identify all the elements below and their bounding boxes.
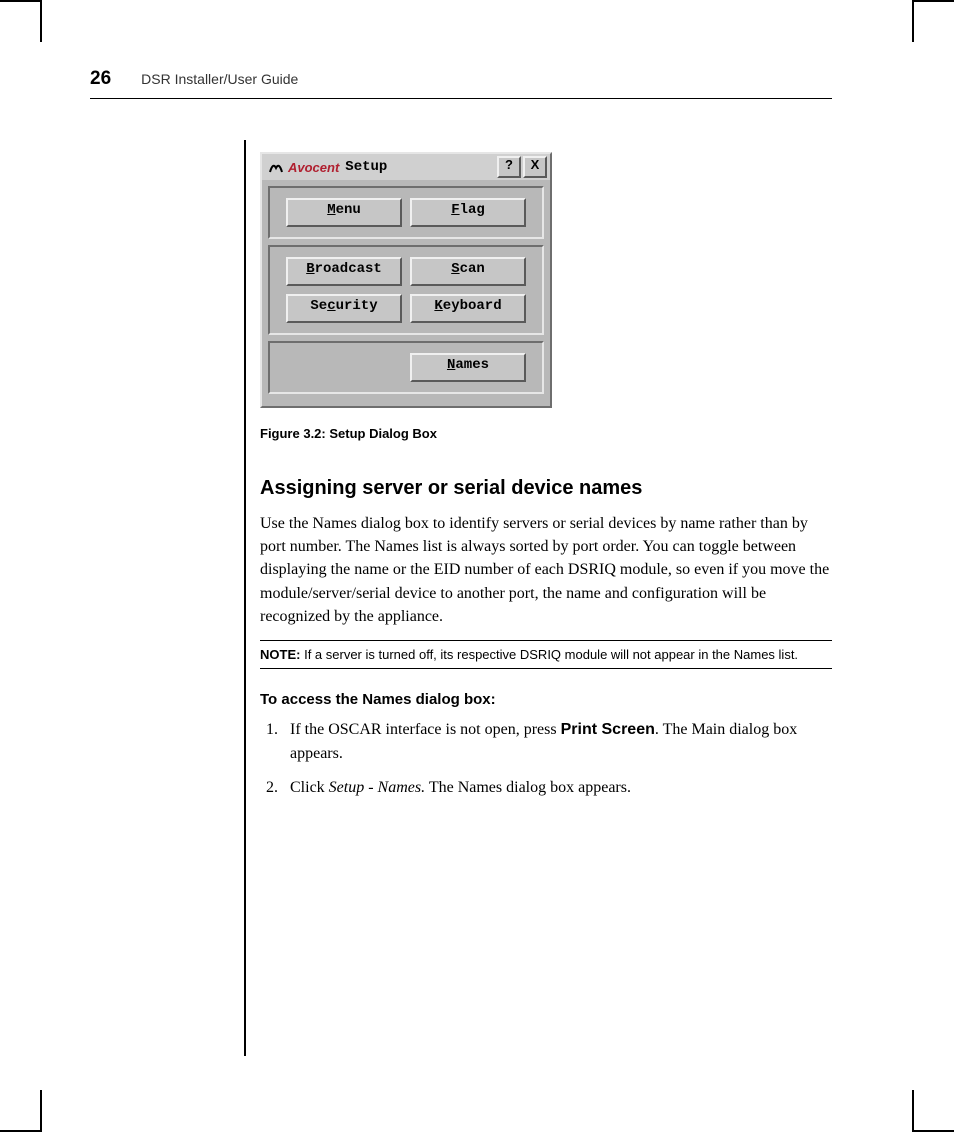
names-button[interactable]: Names	[410, 353, 526, 382]
page-header: 26 DSR Installer/User Guide	[90, 68, 832, 99]
note-text: If a server is turned off, its respectiv…	[304, 647, 798, 662]
close-button[interactable]: X	[523, 156, 547, 178]
section-heading: Assigning server or serial device names	[260, 477, 832, 500]
keyboard-button[interactable]: Keyboard	[410, 294, 526, 323]
step-2: Click Setup - Names. The Names dialog bo…	[282, 776, 832, 800]
procedure-heading: To access the Names dialog box:	[260, 691, 832, 708]
menu-path: Setup - Names.	[329, 779, 425, 796]
flag-button[interactable]: Flag	[410, 198, 526, 227]
page-number: 26	[90, 68, 111, 90]
broadcast-button[interactable]: Broadcast	[286, 257, 402, 286]
print-screen-key: Print Screen	[561, 721, 655, 738]
panel-1: Menu Flag	[268, 186, 544, 239]
brand-logo-icon	[268, 160, 284, 174]
note-label: NOTE:	[260, 647, 300, 662]
dialog-titlebar: Avocent Setup ? X	[262, 154, 550, 180]
note-box: NOTE: If a server is turned off, its res…	[260, 640, 832, 669]
section-body: Use the Names dialog box to identify ser…	[260, 512, 832, 628]
help-button[interactable]: ?	[497, 156, 521, 178]
running-title: DSR Installer/User Guide	[141, 71, 298, 87]
procedure-steps: If the OSCAR interface is not open, pres…	[260, 718, 832, 800]
figure-caption: Figure 3.2: Setup Dialog Box	[260, 426, 832, 441]
panel-3: Names	[268, 341, 544, 394]
setup-dialog: Avocent Setup ? X Menu Flag Broadcast Sc…	[260, 152, 552, 408]
panel-2: Broadcast Scan Security Keyboard	[268, 245, 544, 335]
brand-name: Avocent	[288, 160, 339, 175]
security-button[interactable]: Security	[286, 294, 402, 323]
content-column: Avocent Setup ? X Menu Flag Broadcast Sc…	[244, 140, 832, 1056]
menu-button[interactable]: Menu	[286, 198, 402, 227]
dialog-title: Setup	[345, 159, 387, 175]
step-1: If the OSCAR interface is not open, pres…	[282, 718, 832, 766]
scan-button[interactable]: Scan	[410, 257, 526, 286]
